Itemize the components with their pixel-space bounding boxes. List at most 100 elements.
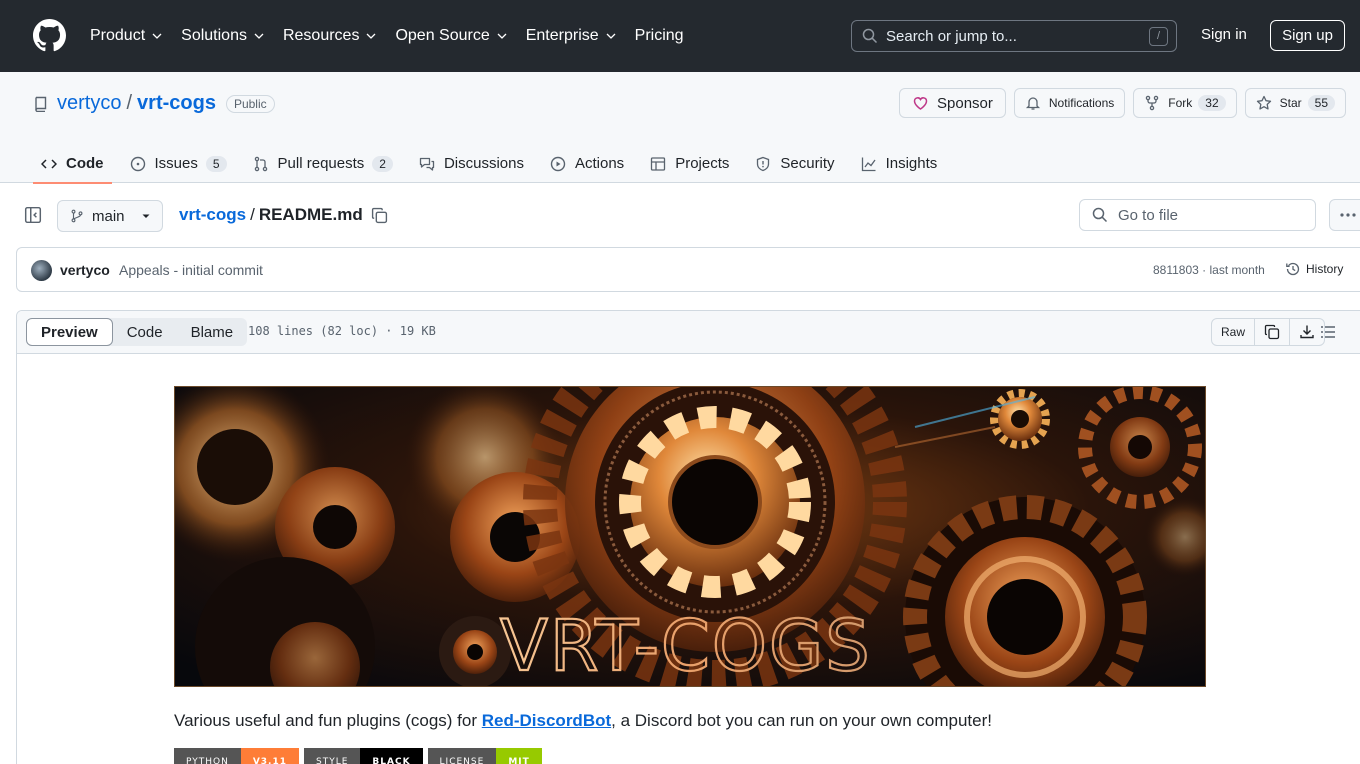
caret-down-icon	[142, 214, 150, 218]
tab-issues[interactable]: Issues 5	[122, 144, 235, 183]
copy-path-icon[interactable]	[371, 207, 388, 224]
tab-actions[interactable]: Actions	[542, 144, 632, 183]
sign-up-button[interactable]: Sign up	[1270, 20, 1345, 51]
repo-header: vertyco / vrt-cogs Public Sponsor Notifi…	[0, 72, 1360, 184]
download-icon	[1300, 325, 1314, 339]
graph-icon	[861, 157, 876, 171]
python-version-badge[interactable]: PYTHON V3.11	[174, 748, 299, 764]
history-label: History	[1306, 262, 1344, 276]
commit-sha-and-time[interactable]: 8811803 · last month	[1153, 263, 1265, 277]
nav-pricing[interactable]: Pricing	[635, 27, 684, 45]
repo-actions: Sponsor Notifications Fork 32 Star 55	[899, 88, 1346, 118]
breadcrumb-separator: /	[250, 205, 255, 224]
repo-name-link[interactable]: vrt-cogs	[137, 92, 216, 115]
tab-label: Issues	[154, 155, 198, 172]
tab-projects[interactable]: Projects	[642, 144, 737, 183]
branch-selector-button[interactable]: main	[57, 200, 163, 232]
branch-name: main	[92, 207, 125, 225]
nav-label: Resources	[282, 27, 360, 44]
global-search-input[interactable]: Search or jump to... /	[851, 20, 1177, 52]
nav-label: Open Source	[395, 27, 490, 44]
tab-label: Discussions	[443, 155, 524, 172]
avatar[interactable]	[31, 260, 52, 281]
tab-discussions[interactable]: Discussions	[411, 144, 532, 183]
chevron-down-icon	[606, 33, 616, 39]
pull-request-icon	[254, 156, 267, 171]
nav-enterprise[interactable]: Enterprise	[526, 27, 617, 45]
search-icon	[862, 28, 878, 44]
license-badge[interactable]: LICENSE MIT	[427, 748, 542, 764]
nav-label: Product	[90, 27, 146, 44]
file-navigation-bar: main vrt-cogs / README.md Go to file	[0, 183, 1360, 247]
code-icon	[41, 158, 57, 169]
issue-icon	[130, 156, 145, 171]
notifications-button[interactable]: Notifications	[1013, 88, 1126, 118]
fork-count: 32	[1198, 95, 1226, 111]
star-button[interactable]: Star 55	[1244, 88, 1346, 118]
nav-resources[interactable]: Resources	[283, 27, 377, 45]
tab-security[interactable]: Security	[747, 144, 842, 183]
search-shortcut-key: /	[1149, 27, 1168, 46]
badge-label: STYLE	[303, 748, 361, 764]
file-info: 108 lines (82 loc) · 19 KB	[248, 324, 436, 338]
go-to-file-input[interactable]: Go to file	[1079, 199, 1316, 231]
readme-description: Various useful and fun plugins (cogs) fo…	[174, 711, 992, 731]
view-mode-toggle: Preview Code Blame	[26, 318, 248, 346]
commit-message-link[interactable]: Appeals - initial commit	[119, 262, 263, 278]
nav-label: Enterprise	[525, 27, 599, 44]
star-label: Star	[1279, 96, 1302, 110]
badge-label: LICENSE	[427, 748, 497, 764]
sidebar-toggle-icon[interactable]	[24, 206, 42, 224]
repo-owner-link[interactable]: vertyco	[57, 92, 121, 115]
file-viewer-header: Preview Code Blame 108 lines (82 loc) · …	[17, 311, 1360, 354]
history-icon	[1286, 262, 1300, 276]
badge-value: V3.11	[240, 748, 299, 764]
commit-author-link[interactable]: vertyco	[60, 262, 110, 278]
sign-in-link[interactable]: Sign in	[1201, 26, 1247, 43]
outline-list-icon[interactable]	[1320, 324, 1336, 340]
raw-button[interactable]: Raw	[1212, 319, 1256, 345]
description-text-before: Various useful and fun plugins (cogs) fo…	[174, 711, 482, 730]
more-options-button[interactable]	[1329, 199, 1360, 231]
sponsor-button[interactable]: Sponsor	[899, 88, 1006, 118]
file-actions-group: Raw	[1211, 318, 1326, 346]
tab-count: 5	[205, 155, 227, 172]
nav-solutions[interactable]: Solutions	[181, 27, 265, 45]
code-style-badge[interactable]: STYLE BLACK	[303, 748, 423, 764]
tab-label: Security	[780, 155, 835, 172]
search-icon	[1092, 207, 1108, 223]
discussion-icon	[419, 157, 435, 171]
chevron-down-icon	[497, 33, 507, 39]
breadcrumb-repo-link[interactable]: vrt-cogs	[179, 205, 246, 225]
tab-label: Projects	[675, 155, 730, 172]
tab-pull-requests[interactable]: Pull requests 2	[245, 144, 401, 183]
red-discordbot-link[interactable]: Red-DiscordBot	[482, 711, 611, 730]
nav-open-source[interactable]: Open Source	[395, 27, 507, 45]
nav-product[interactable]: Product	[90, 27, 163, 45]
tab-label: Actions	[574, 155, 625, 172]
copy-icon	[1264, 324, 1280, 340]
copy-raw-button[interactable]	[1255, 319, 1291, 345]
tab-label: Insights	[885, 155, 938, 172]
blame-mode-button[interactable]: Blame	[177, 318, 248, 346]
readme-banner-image: VRT-COGS	[174, 386, 1206, 687]
nav-label: Pricing	[634, 27, 684, 44]
star-icon	[1256, 95, 1271, 110]
download-button[interactable]	[1290, 319, 1324, 345]
chevron-down-icon	[366, 33, 376, 39]
fork-button[interactable]: Fork 32	[1133, 88, 1237, 118]
shield-icon	[757, 156, 770, 171]
preview-mode-button[interactable]: Preview	[26, 318, 113, 346]
repo-icon	[35, 96, 47, 112]
repo-tabs: Code Issues 5 Pull requests 2 Discussion…	[33, 144, 955, 184]
branch-icon	[71, 209, 83, 223]
tab-code[interactable]: Code	[33, 144, 112, 184]
chevron-down-icon	[254, 33, 264, 39]
file-viewer: Preview Code Blame 108 lines (82 loc) · …	[16, 310, 1360, 764]
code-mode-button[interactable]: Code	[113, 318, 177, 346]
tab-insights[interactable]: Insights	[853, 144, 946, 183]
github-logo-icon[interactable]	[33, 19, 66, 52]
readme-badges: PYTHON V3.11 STYLE BLACK LICENSE MIT	[174, 748, 542, 764]
history-link[interactable]: History	[1285, 261, 1343, 277]
tab-label: Pull requests	[277, 155, 365, 172]
